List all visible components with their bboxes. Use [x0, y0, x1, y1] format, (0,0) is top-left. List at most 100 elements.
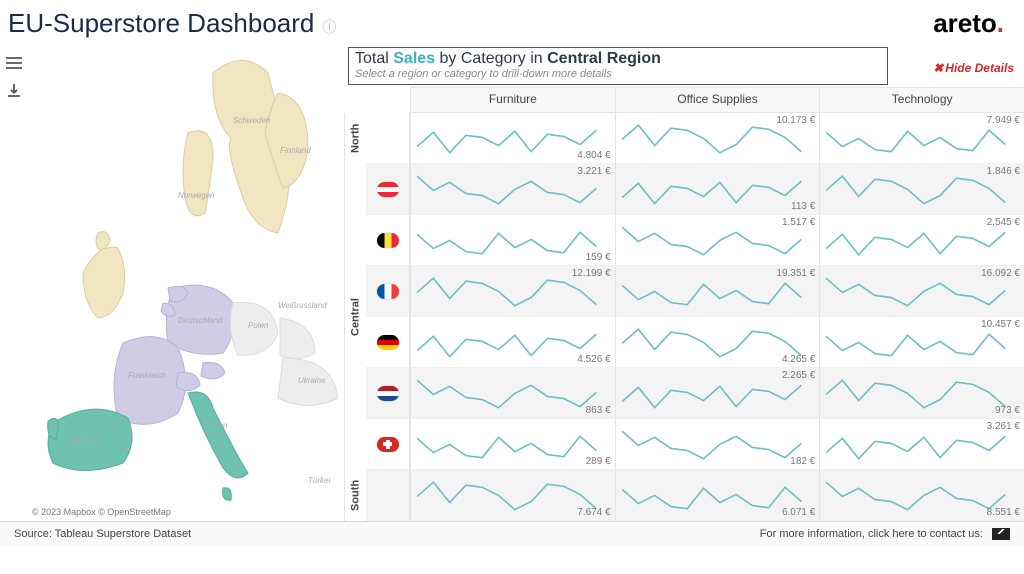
sparkline-cell[interactable]: 2.265 €: [615, 368, 820, 419]
flag-fr-icon: [377, 284, 399, 299]
sparkline-value: 4.265 €: [782, 354, 815, 365]
region-label-south[interactable]: South: [344, 470, 366, 521]
map-label: Deutschland: [178, 316, 223, 325]
flag-cell-south[interactable]: [366, 470, 410, 521]
col-header-office[interactable]: Office Supplies: [615, 87, 820, 113]
flag-cell-ch[interactable]: [366, 419, 410, 470]
sparkline-value: 7.674 €: [577, 507, 610, 518]
subtitle-hint: Select a region or category to drill-dow…: [355, 68, 881, 80]
region-label-central[interactable]: Central: [344, 164, 366, 470]
sparkline-value: 159 €: [586, 252, 611, 263]
sparkline-value: 1.846 €: [987, 166, 1020, 177]
sparkline-cell[interactable]: 4.804 €: [410, 113, 615, 164]
menu-icon[interactable]: [4, 53, 24, 73]
sparkline-cell[interactable]: 4.526 €: [410, 317, 615, 368]
map-ch[interactable]: [176, 373, 200, 391]
sparkline-cell[interactable]: 8.551 €: [819, 470, 1024, 521]
info-icon[interactable]: ⓘ: [322, 17, 336, 37]
map-belarus[interactable]: [280, 318, 315, 359]
map-label: Schweden: [233, 116, 271, 125]
page-title: EU-Superstore Dashboard: [8, 8, 314, 39]
region-label-north[interactable]: North: [344, 113, 366, 164]
flag-ch-icon: [377, 437, 399, 452]
sparkline-cell[interactable]: 2.545 €: [819, 215, 1024, 266]
sparkline-value: 4.804 €: [577, 150, 610, 161]
sparkline-value: 8.551 €: [987, 507, 1020, 518]
sparkline-value: 2.265 €: [782, 370, 815, 381]
brand-logo: areto.: [933, 8, 1004, 39]
map-label: Polen: [248, 321, 269, 330]
sparkline-cell[interactable]: 863 €: [410, 368, 615, 419]
sparkline-cell[interactable]: 3.261 €: [819, 419, 1024, 470]
flag-de-icon: [377, 335, 399, 350]
map-at[interactable]: [201, 362, 225, 378]
flag-at-icon: [377, 182, 399, 197]
header: EU-Superstore Dashboard ⓘ areto.: [0, 0, 1024, 43]
sparkline-cell[interactable]: 7.949 €: [819, 113, 1024, 164]
sparkline-value: 1.517 €: [782, 217, 815, 228]
sparkline-cell[interactable]: 19.351 €: [615, 266, 820, 317]
sparkline-cell[interactable]: 10.173 €: [615, 113, 820, 164]
map-norway[interactable]: [183, 131, 213, 216]
map-portugal[interactable]: [48, 418, 59, 439]
sparkline-value: 182 €: [790, 456, 815, 467]
sparkline-cell[interactable]: 289 €: [410, 419, 615, 470]
sparkline-value: 10.173 €: [776, 115, 815, 126]
europe-map[interactable]: Schweden Finnland Norwegen Deutschland F…: [28, 43, 344, 521]
sparkline-value: 19.351 €: [776, 268, 815, 279]
sparkline-cell[interactable]: 16.092 €: [819, 266, 1024, 317]
sparkline-cell[interactable]: 3.221 €: [410, 164, 615, 215]
sparkline-cell[interactable]: 1.517 €: [615, 215, 820, 266]
flag-cell-nl[interactable]: [366, 368, 410, 419]
sparkline-value: 12.199 €: [572, 268, 611, 279]
flag-cell-north[interactable]: [366, 113, 410, 164]
flag-be-icon: [377, 233, 399, 248]
mail-icon: [992, 528, 1010, 540]
sparkline-cell[interactable]: 973 €: [819, 368, 1024, 419]
sparkline-cell[interactable]: 12.199 €: [410, 266, 615, 317]
map-label: Ukraine: [298, 376, 326, 385]
sparkline-cell[interactable]: 182 €: [615, 419, 820, 470]
sparkline-value: 113 €: [791, 201, 815, 212]
sparkline-value: 289 €: [586, 456, 611, 467]
map-label: Türkei: [308, 476, 330, 485]
close-icon: ✖: [933, 61, 943, 75]
sparkline-value: 3.261 €: [987, 421, 1020, 432]
sparkline-cell[interactable]: 1.846 €: [819, 164, 1024, 215]
map-label: Italien: [206, 421, 228, 430]
map-uk[interactable]: [83, 232, 125, 318]
sparkline-value: 16.092 €: [981, 268, 1020, 279]
map-label: Weißrussland: [278, 301, 327, 310]
flag-cell-fr[interactable]: [366, 266, 410, 317]
flag-cell-at[interactable]: [366, 164, 410, 215]
sparkline-cell[interactable]: 10.457 €: [819, 317, 1024, 368]
sparkline-value: 7.949 €: [987, 115, 1020, 126]
sparkline-grid: Furniture Office Supplies Technology Nor…: [344, 87, 1024, 521]
sparkline-cell[interactable]: 6.071 €: [615, 470, 820, 521]
sparkline-cell[interactable]: 113 €: [615, 164, 820, 215]
flag-cell-de[interactable]: [366, 317, 410, 368]
map-label: Spanien: [68, 436, 98, 445]
sparkline-cell[interactable]: 7.674 €: [410, 470, 615, 521]
sparkline-cell[interactable]: 4.265 €: [615, 317, 820, 368]
flag-cell-be[interactable]: [366, 215, 410, 266]
map-italy[interactable]: [188, 392, 248, 500]
hide-details-button[interactable]: ✖Hide Details: [933, 61, 1014, 75]
download-icon[interactable]: [4, 81, 24, 101]
subtitle-box: Total Sales by Category in Central Regio…: [348, 47, 888, 85]
sparkline-value: 863 €: [586, 405, 611, 416]
contact-link[interactable]: For more information, click here to cont…: [760, 528, 1010, 540]
sparkline-cell[interactable]: 159 €: [410, 215, 615, 266]
map-panel[interactable]: Schweden Finnland Norwegen Deutschland F…: [28, 43, 344, 521]
left-toolbar: [0, 43, 28, 521]
map-label: Finnland: [280, 146, 311, 155]
sparkline-value: 6.071 €: [782, 507, 815, 518]
map-label: Norwegen: [178, 191, 215, 200]
sparkline-value: 2.545 €: [987, 217, 1020, 228]
sparkline-value: 4.526 €: [577, 354, 610, 365]
map-france[interactable]: [114, 337, 186, 425]
col-header-tech[interactable]: Technology: [819, 87, 1024, 113]
col-header-furniture[interactable]: Furniture: [410, 87, 615, 113]
flag-nl-icon: [377, 386, 399, 401]
map-attribution: © 2023 Mapbox © OpenStreetMap: [32, 507, 171, 517]
